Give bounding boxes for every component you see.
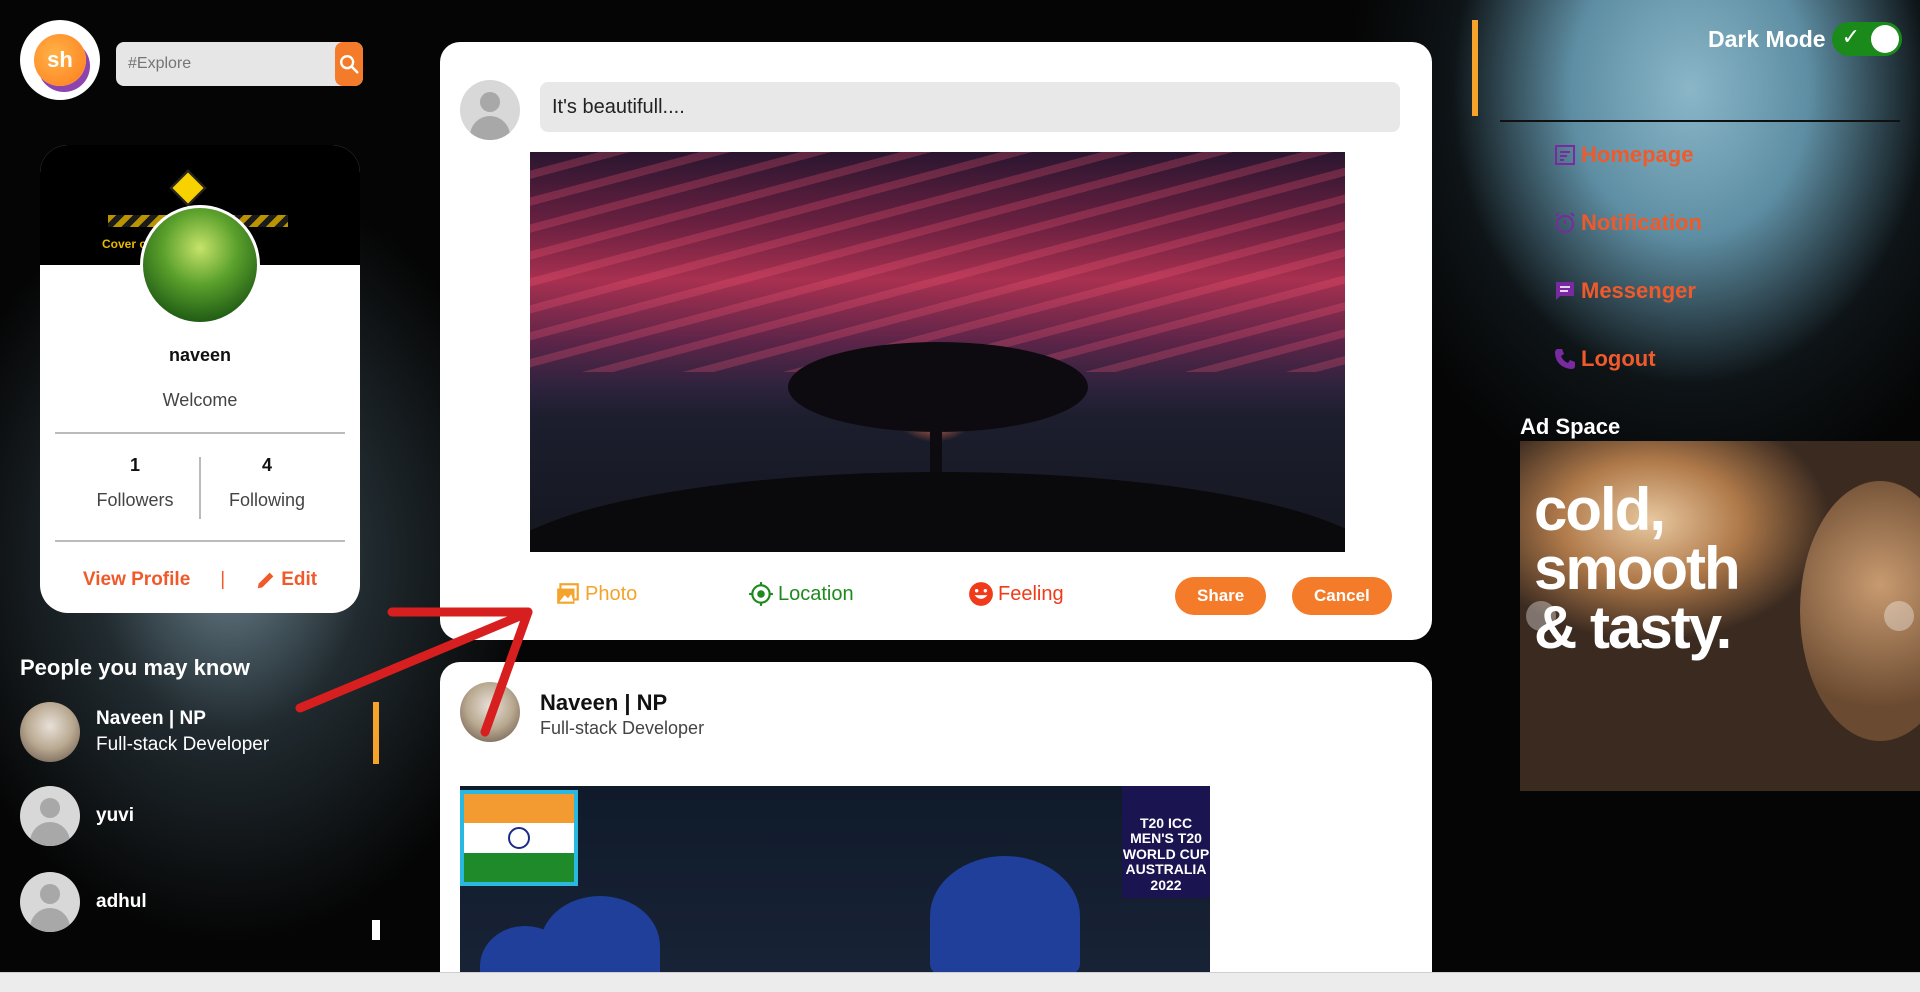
location-target-icon	[749, 582, 773, 606]
photo-button[interactable]: Photo	[555, 581, 637, 607]
followers-stat[interactable]: 1 Followers	[70, 455, 200, 511]
avatar	[20, 786, 80, 846]
scrollbar[interactable]	[373, 702, 379, 764]
view-profile-link[interactable]: View Profile	[83, 569, 190, 591]
following-stat[interactable]: 4 Following	[202, 455, 332, 511]
phone-icon	[1553, 347, 1577, 371]
person-name: yuvi	[96, 805, 135, 826]
nav-label: Logout	[1581, 346, 1656, 371]
search-button[interactable]	[335, 42, 363, 86]
logo-text: sh	[47, 47, 73, 72]
location-button[interactable]: Location	[748, 581, 854, 607]
list-item[interactable]: yuvi	[20, 786, 134, 846]
nav-divider	[1500, 120, 1900, 122]
document-icon	[1553, 143, 1577, 167]
photo-icon	[557, 583, 579, 604]
alarm-icon	[1553, 211, 1577, 235]
dark-mode-label: Dark Mode	[1708, 25, 1826, 52]
nav-label: Messenger	[1581, 278, 1696, 303]
person-subtitle: Full-stack Developer	[96, 734, 270, 755]
t20-world-cup-badge: T20 ICC MEN'S T20 WORLD CUP AUSTRALIA 20…	[1122, 786, 1210, 898]
edit-label: Edit	[281, 569, 318, 590]
chat-icon	[1553, 279, 1577, 303]
divider	[55, 540, 345, 542]
link-separator: |	[220, 569, 226, 590]
feeling-button[interactable]: Feeling	[968, 581, 1064, 607]
logo-mark: sh	[34, 34, 86, 86]
avatar	[20, 702, 80, 762]
composer-image-preview	[530, 152, 1345, 552]
ad-line: cold,	[1534, 476, 1666, 543]
cancel-button[interactable]: Cancel	[1292, 577, 1392, 615]
nav-item-messenger[interactable]: Messenger	[1553, 278, 1696, 304]
app-logo[interactable]: sh	[20, 20, 100, 100]
construction-sign-icon	[169, 169, 207, 207]
avatar	[20, 872, 80, 932]
nav-item-logout[interactable]: Logout	[1553, 346, 1656, 372]
carousel-next-button[interactable]	[1884, 601, 1914, 631]
scrollbar-thumb[interactable]	[372, 920, 380, 940]
person-name: Naveen | NP	[96, 708, 206, 729]
bottom-strip	[0, 972, 1920, 992]
carousel-prev-button[interactable]	[1526, 601, 1556, 631]
profile-card: Cover on ... naveen Welcome 1 Followers …	[40, 145, 360, 613]
dark-mode-control: Dark Mode ✓	[1708, 22, 1902, 56]
search-box	[116, 42, 363, 86]
followers-label: Followers	[96, 490, 174, 510]
nav-label: Homepage	[1581, 142, 1694, 167]
composer-text-input[interactable]: It's beautifull....	[540, 82, 1400, 132]
india-flag-icon	[460, 790, 578, 886]
edit-link[interactable]: Edit	[255, 569, 317, 591]
following-count: 4	[261, 455, 272, 475]
nav-label: Notification	[1581, 210, 1702, 235]
post-author-name[interactable]: Naveen | NP	[540, 690, 667, 716]
followers-count: 1	[129, 455, 140, 475]
post-author-subtitle: Full-stack Developer	[540, 718, 705, 738]
search-input[interactable]	[116, 42, 335, 86]
dark-mode-toggle[interactable]: ✓	[1831, 22, 1902, 56]
smiley-icon	[969, 582, 993, 606]
ad-line: & tasty.	[1534, 593, 1732, 661]
ad-banner[interactable]: cold, smooth & tasty.	[1520, 441, 1920, 791]
profile-avatar[interactable]	[140, 205, 260, 325]
app-root: sh Cover on ... naveen Welcome 1 Followe…	[0, 0, 1920, 972]
share-button[interactable]: Share	[1175, 577, 1267, 615]
nav-item-notification[interactable]: Notification	[1553, 210, 1702, 236]
profile-name: naveen	[168, 345, 232, 365]
photo-label: Photo	[585, 582, 638, 605]
list-item[interactable]: adhul	[20, 872, 147, 932]
divider	[55, 432, 345, 434]
following-label: Following	[228, 490, 306, 510]
post-author-avatar[interactable]	[460, 682, 520, 742]
feed-post: Naveen | NP Full-stack Developer T20 ICC…	[440, 662, 1432, 972]
person-name: adhul	[96, 891, 147, 912]
profile-welcome: Welcome	[162, 390, 238, 410]
ad-space-title: Ad Space	[1520, 414, 1621, 439]
location-label: Location	[778, 582, 854, 605]
pencil-icon	[257, 572, 274, 589]
nav-item-homepage[interactable]: Homepage	[1553, 142, 1693, 168]
feeling-label: Feeling	[998, 582, 1064, 605]
list-item[interactable]: Naveen | NP Full-stack Developer	[20, 702, 269, 762]
people-you-may-know-title: People you may know	[20, 655, 250, 680]
composer-avatar	[460, 80, 520, 140]
composer-actions: Photo Location Feeling Share Cancel	[440, 577, 1432, 617]
toggle-knob	[1870, 25, 1899, 53]
search-icon	[340, 55, 359, 74]
post-image[interactable]: T20 ICC MEN'S T20 WORLD CUP AUSTRALIA 20…	[460, 786, 1210, 972]
ad-text: cold, smooth & tasty.	[1534, 476, 1741, 661]
stat-divider	[199, 457, 201, 519]
check-icon: ✓	[1841, 24, 1861, 49]
ad-line: smooth	[1534, 534, 1741, 602]
post-composer: It's beautifull.... Photo Location Feeli…	[440, 42, 1432, 640]
accent-bar	[1472, 20, 1478, 116]
profile-links: View Profile | Edit	[40, 569, 360, 591]
